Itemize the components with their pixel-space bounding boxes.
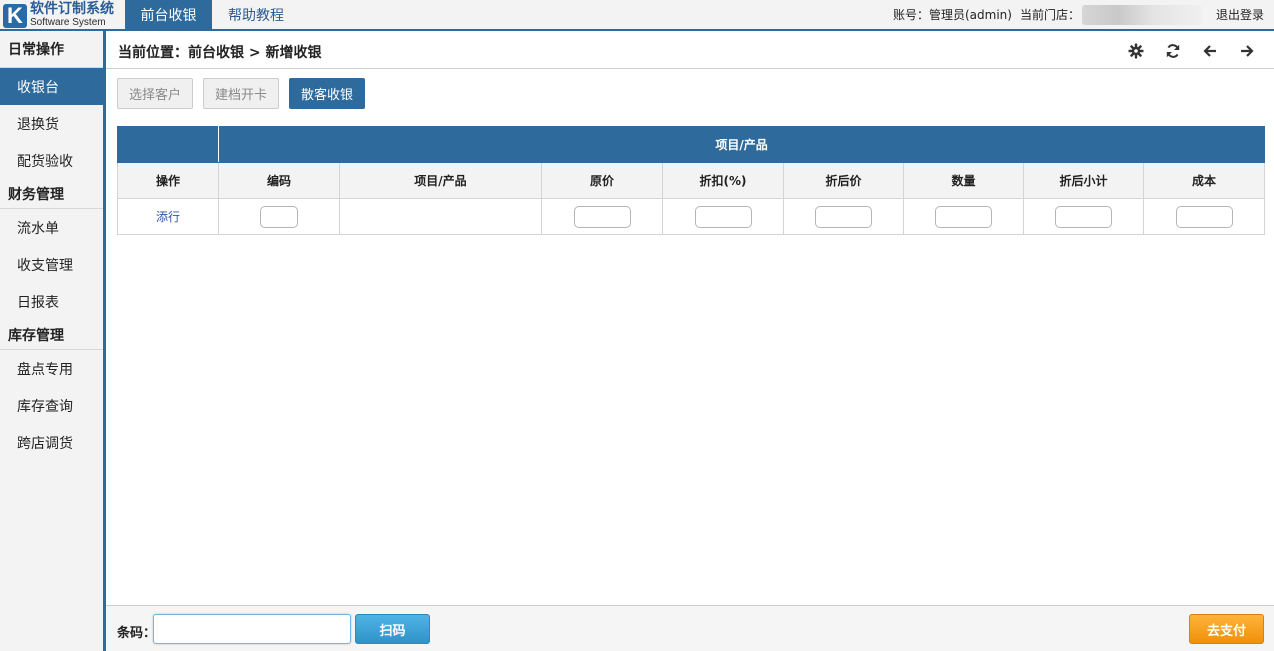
column-header-quantity: 数量 (903, 162, 1024, 199)
sidebar-group-inventory: 库存管理 (0, 320, 103, 350)
scan-button[interactable]: 扫码 (355, 614, 430, 644)
select-customer-button[interactable]: 选择客户 (117, 78, 194, 109)
product-cell (339, 198, 542, 235)
main-content: 当前位置：前台收银 > 新增收银 选择客户 建档开卡 散客收银 项目/产品 操作… (106, 31, 1274, 651)
discount-input[interactable] (694, 205, 752, 228)
logo-text: 软件订制系统 Software System (30, 3, 114, 28)
sidebar-item-income-expense[interactable]: 收支管理 (0, 246, 103, 283)
sidebar: 日常操作 收银台 退换货 配货验收 财务管理 流水单 收支管理 日报表 库存管理… (0, 31, 106, 651)
sidebar-item-returns[interactable]: 退换货 (0, 105, 103, 142)
tab-front-cashier[interactable]: 前台收银 (125, 0, 212, 29)
sidebar-item-journal[interactable]: 流水单 (0, 209, 103, 246)
subtotal-cell (1023, 198, 1144, 235)
price-cell (541, 198, 663, 235)
column-header-action: 操作 (117, 162, 219, 199)
column-header-discounted-price: 折后价 (783, 162, 904, 199)
barcode-input[interactable] (153, 614, 351, 644)
quantity-cell (903, 198, 1024, 235)
sidebar-item-daily-report[interactable]: 日报表 (0, 283, 103, 320)
subtotal-input[interactable] (1055, 205, 1112, 228)
discount-cell (662, 198, 784, 235)
table-header-blank (117, 126, 219, 163)
sidebar-item-stock-query[interactable]: 库存查询 (0, 387, 103, 424)
sidebar-item-delivery-check[interactable]: 配货验收 (0, 142, 103, 179)
breadcrumb: 当前位置：前台收银 > 新增收银 (118, 45, 322, 61)
refresh-icon[interactable] (1164, 42, 1182, 60)
code-input[interactable] (260, 205, 298, 228)
discounted-price-input[interactable] (815, 205, 872, 228)
table-group-header-row: 项目/产品 (117, 126, 1266, 163)
top-bar: K 软件订制系统 Software System 前台收银 帮助教程 账号：管理… (0, 0, 1274, 31)
sidebar-item-cashier[interactable]: 收银台 (0, 68, 103, 105)
arrow-left-icon[interactable] (1201, 42, 1219, 60)
sidebar-item-transfer[interactable]: 跨店调货 (0, 424, 103, 461)
table-row: 添行 (117, 198, 1266, 235)
sidebar-item-stocktake[interactable]: 盘点专用 (0, 350, 103, 387)
logo-title-cn: 软件订制系统 (30, 2, 114, 17)
barcode-label: 条码： (117, 626, 157, 641)
table-header-row: 操作 编码 项目/产品 原价 折扣(%) 折后价 数量 折后小计 成本 (117, 162, 1266, 199)
action-cell: 添行 (117, 198, 219, 235)
cost-input[interactable] (1175, 205, 1233, 228)
quantity-input[interactable] (935, 205, 992, 228)
cost-cell (1142, 198, 1266, 235)
pay-button[interactable]: 去支付 (1189, 614, 1264, 644)
add-row-link[interactable]: 添行 (156, 210, 180, 224)
column-header-cost: 成本 (1142, 162, 1266, 199)
breadcrumb-bar: 当前位置：前台收银 > 新增收银 (106, 31, 1274, 69)
account-area: 账号：管理员(admin) 当前门店： 退出登录 (893, 0, 1274, 29)
column-header-price: 原价 (541, 162, 663, 199)
store-name-redacted (1081, 4, 1202, 25)
toolbar-icons (1127, 42, 1256, 60)
column-header-discount: 折扣(%) (662, 162, 784, 199)
arrow-right-icon[interactable] (1238, 42, 1256, 60)
price-input[interactable] (573, 205, 631, 228)
column-header-code: 编码 (218, 162, 340, 199)
app-logo: K 软件订制系统 Software System (0, 0, 125, 31)
store-label: 当前门店： (1019, 8, 1080, 22)
items-table: 项目/产品 操作 编码 项目/产品 原价 折扣(%) 折后价 数量 折后小计 成… (117, 126, 1266, 235)
discounted-price-cell (783, 198, 904, 235)
sidebar-group-finance: 财务管理 (0, 179, 103, 209)
bottom-bar: 条码： 扫码 去支付 (106, 605, 1274, 651)
logout-link[interactable]: 退出登录 (1216, 6, 1264, 23)
walk-in-checkout-button[interactable]: 散客收银 (289, 78, 366, 109)
code-cell (218, 198, 340, 235)
gear-icon[interactable] (1127, 42, 1145, 60)
create-card-button[interactable]: 建档开卡 (203, 78, 280, 109)
action-buttons: 选择客户 建档开卡 散客收银 (117, 78, 366, 109)
column-header-product: 项目/产品 (339, 162, 542, 199)
sidebar-group-daily: 日常操作 (0, 31, 103, 68)
account-label: 账号：管理员(admin) (893, 8, 1012, 22)
table-group-header: 项目/产品 (217, 126, 1266, 163)
logo-title-en: Software System (30, 17, 106, 28)
logo-k-icon: K (3, 3, 27, 28)
tab-help[interactable]: 帮助教程 (212, 0, 300, 29)
column-header-subtotal: 折后小计 (1023, 162, 1144, 199)
